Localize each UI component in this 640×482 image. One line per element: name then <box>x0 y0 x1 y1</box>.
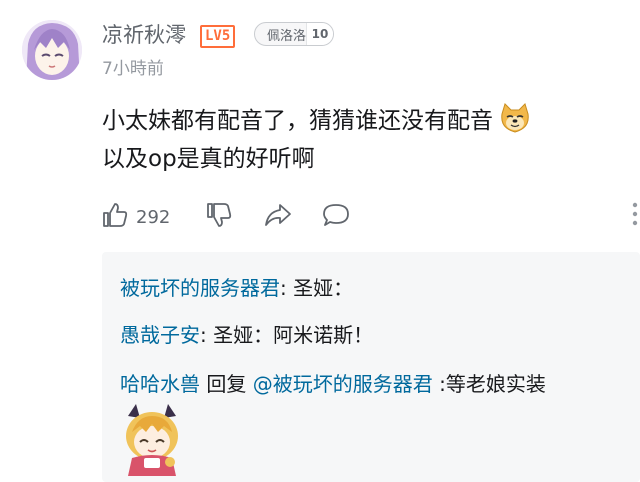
thumbs-down-icon <box>206 202 232 232</box>
reply-item[interactable]: 被玩坏的服务器君: 圣娅： <box>120 274 353 302</box>
reply-separator: : <box>200 323 214 347</box>
reply-item[interactable]: 愚哉子安: 圣娅：阿米诺斯！ <box>120 321 373 349</box>
anime-sticker-image <box>118 402 186 476</box>
fan-medal[interactable]: 佩洛洛 10 <box>254 22 334 46</box>
reply-text: :等老娘实装 <box>432 372 546 396</box>
comment-content: 小太妹都有配音了，猜猜谁还没有配音 以及op是真的好听啊 <box>102 102 622 178</box>
dislike-button[interactable] <box>206 202 232 232</box>
reply-button[interactable] <box>322 202 350 232</box>
comment-text-line2: 以及op是真的好听啊 <box>102 146 315 172</box>
medal-level: 10 <box>306 23 333 45</box>
share-button[interactable] <box>264 202 292 232</box>
avatar-image <box>22 20 82 80</box>
medal-name: 佩洛洛 <box>267 28 307 44</box>
like-button[interactable]: 292 <box>102 202 170 232</box>
reply-word: 回复 <box>200 372 253 396</box>
share-icon <box>264 202 292 232</box>
reply-separator: : <box>280 276 294 300</box>
reply-author[interactable]: 被玩坏的服务器君 <box>120 276 280 300</box>
reply-author[interactable]: 哈哈水兽 <box>120 372 200 396</box>
username[interactable]: 凉祈秋澪 <box>102 20 186 50</box>
reply-list: 被玩坏的服务器君: 圣娅： 愚哉子安: 圣娅：阿米诺斯！ 哈哈水兽 回复 @被玩… <box>102 252 640 482</box>
reply-mention[interactable]: @被玩坏的服务器君 <box>253 372 433 396</box>
comment-timestamp: 7小時前 <box>102 59 164 79</box>
reply-item[interactable]: 哈哈水兽 回复 @被玩坏的服务器君 :等老娘实装 <box>120 370 546 398</box>
reply-author[interactable]: 愚哉子安 <box>120 323 200 347</box>
comment-text-line1: 小太妹都有配音了，猜猜谁还没有配音 <box>102 108 493 134</box>
reply-text: 圣娅：阿米诺斯！ <box>213 323 374 347</box>
doge-emoji-icon <box>499 102 531 134</box>
level-badge: LV5 <box>200 25 236 48</box>
reply-text: 圣娅： <box>293 276 354 300</box>
thumbs-up-icon <box>102 202 128 232</box>
like-count: 292 <box>136 206 171 228</box>
user-avatar[interactable] <box>22 20 82 80</box>
more-vertical-icon[interactable] <box>630 200 640 234</box>
reply-bubble-icon <box>322 202 350 232</box>
comment-action-bar: 292 <box>102 200 622 230</box>
